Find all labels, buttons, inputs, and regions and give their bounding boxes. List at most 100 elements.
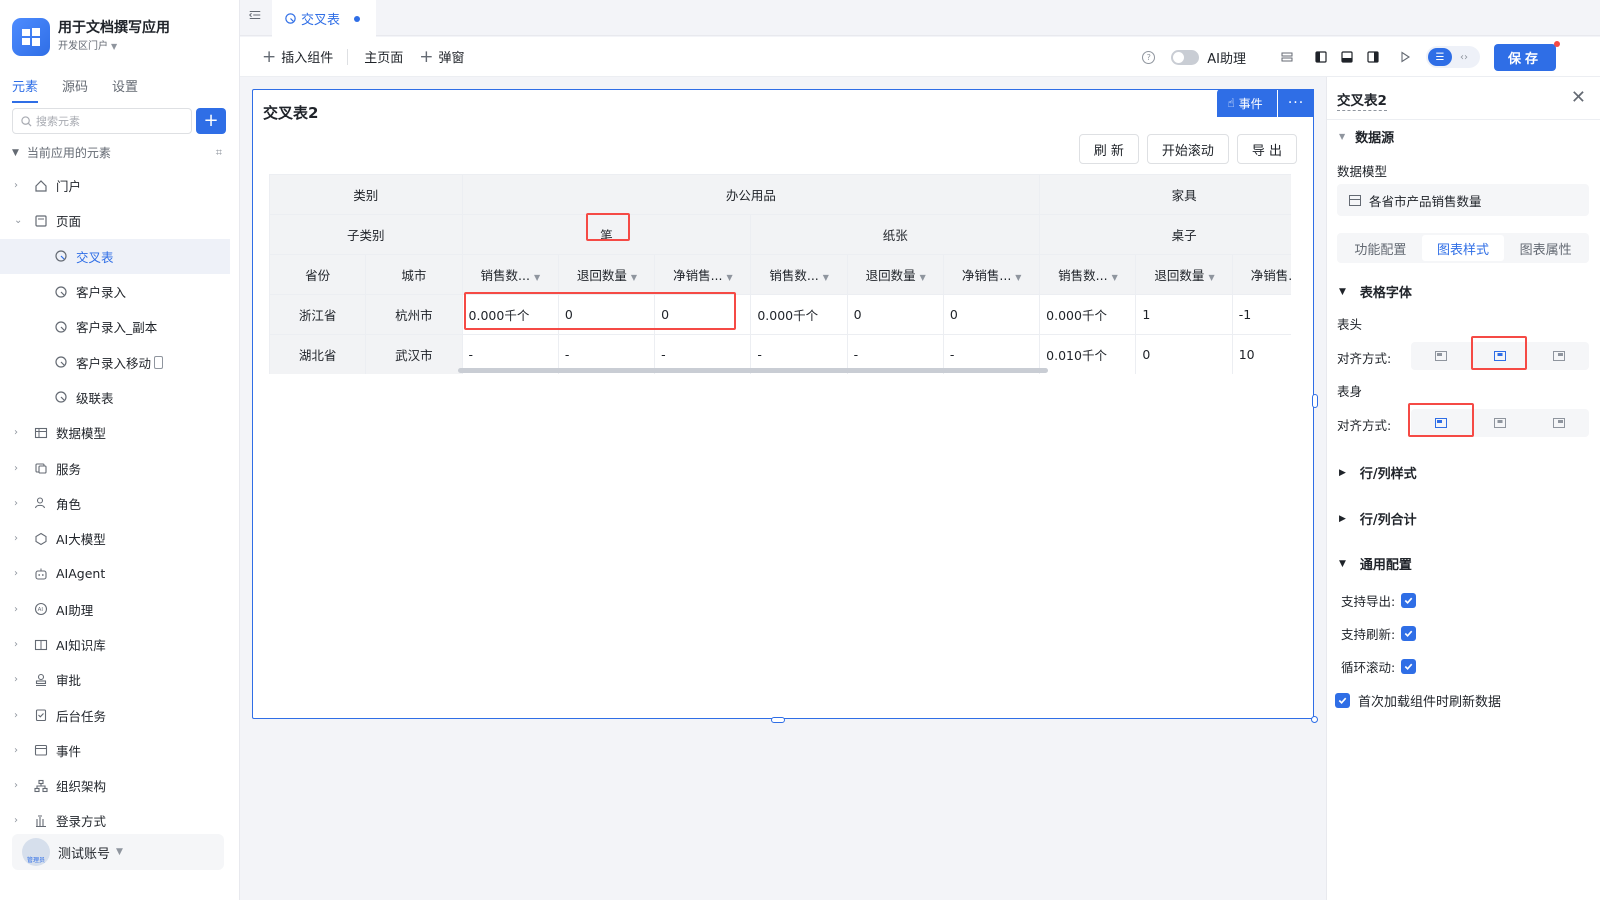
measure-net-sales[interactable]: 净销售.. bbox=[1231, 254, 1291, 295]
sort-down-icon[interactable]: ▼ bbox=[1015, 273, 1021, 282]
measure-net-sales[interactable]: 净销售... ▼ bbox=[942, 254, 1041, 295]
tree-item-customer-entry-copy[interactable]: 客户录入_副本 bbox=[0, 309, 240, 344]
tab-chart-properties[interactable]: 图表属性 bbox=[1504, 235, 1587, 261]
resize-handle-corner[interactable] bbox=[1311, 716, 1318, 723]
datasource-section[interactable]: ▼ 数据源 bbox=[1339, 127, 1394, 146]
measure-sales-qty[interactable]: 销售数... ▼ bbox=[1039, 254, 1137, 295]
cell: 0.000千个 bbox=[750, 294, 848, 335]
sort-down-icon[interactable]: ▼ bbox=[727, 273, 733, 282]
tree-item-portal[interactable]: › 门户 bbox=[0, 168, 240, 203]
crosstab-widget[interactable]: 交叉表2 ☝ 事件 ··· 刷 新 开始滚动 导 出 类别 办公用品 家具 子类别… bbox=[252, 89, 1318, 723]
align-left-icon[interactable] bbox=[1411, 409, 1470, 437]
tab-settings[interactable]: 设置 bbox=[112, 76, 138, 103]
align-center-icon[interactable] bbox=[1470, 409, 1529, 437]
measure-sales-qty[interactable]: 销售数... ▼ bbox=[750, 254, 848, 295]
panel-title[interactable]: 交叉表2 bbox=[1337, 89, 1387, 111]
bottom-panel-icon[interactable] bbox=[1340, 50, 1354, 64]
tree-item-ai-agent[interactable]: › AIAgent bbox=[0, 556, 240, 591]
design-mode-icon[interactable]: ☰ bbox=[1428, 48, 1452, 66]
tree-item-role[interactable]: › 角色 bbox=[0, 486, 240, 521]
section-label: 行/列样式 bbox=[1359, 467, 1417, 482]
tree-item-event[interactable]: › 事件 bbox=[0, 733, 240, 768]
left-panel-icon[interactable] bbox=[1314, 50, 1328, 64]
loop-scroll-checkbox[interactable] bbox=[1401, 659, 1417, 674]
data-model-select[interactable]: 各省市产品销售数量 bbox=[1337, 184, 1589, 216]
align-right-icon[interactable] bbox=[1530, 409, 1589, 437]
insert-component-button[interactable]: + 插入组件 bbox=[262, 47, 333, 66]
more-button[interactable]: ··· bbox=[1278, 89, 1314, 117]
right-panel-icon[interactable] bbox=[1366, 50, 1380, 64]
tree-item-customer-entry[interactable]: 客户录入 bbox=[0, 274, 240, 309]
resize-handle-right[interactable] bbox=[1312, 394, 1318, 408]
tree-item-ai-model[interactable]: › AI大模型 bbox=[0, 521, 240, 556]
row-col-style-section[interactable]: ▶ 行/列样式 bbox=[1339, 463, 1417, 482]
portal-selector[interactable]: 开发区门户 ▼ bbox=[58, 39, 170, 55]
account-menu[interactable]: 管理员 测试账号 ▼ bbox=[12, 834, 224, 870]
help-icon[interactable]: ? bbox=[1142, 50, 1156, 64]
tree-item-pages[interactable]: ⌄ 页面 bbox=[0, 203, 240, 238]
general-config-section[interactable]: ▼ 通用配置 bbox=[1339, 554, 1412, 573]
tab-crosstab[interactable]: 交叉表 bbox=[272, 0, 376, 37]
first-load-checkbox[interactable] bbox=[1335, 693, 1350, 708]
tree-item-ai-assistant[interactable]: › AI AI助理 bbox=[0, 592, 240, 627]
view-mode-switch[interactable]: ☰ ‹› bbox=[1426, 46, 1480, 68]
horizontal-scrollbar[interactable] bbox=[458, 368, 1048, 373]
resize-handle-bottom[interactable] bbox=[771, 717, 785, 723]
current-elements-header[interactable]: ▼ 当前应用的元素 ⌗ bbox=[12, 144, 222, 161]
table-font-section[interactable]: ▼ 表格字体 bbox=[1339, 282, 1412, 301]
robot-icon bbox=[34, 567, 54, 581]
sort-down-icon[interactable]: ▼ bbox=[631, 273, 637, 282]
tree-item-approval[interactable]: › 审批 bbox=[0, 662, 240, 697]
close-icon[interactable]: ✕ bbox=[1571, 87, 1586, 108]
collapse-sidebar-icon[interactable] bbox=[248, 8, 264, 24]
measure-return-qty[interactable]: 退回数量 ▼ bbox=[557, 254, 656, 295]
save-button[interactable]: 保存 bbox=[1494, 44, 1556, 71]
tree-item-data-model[interactable]: › 数据模型 bbox=[0, 415, 240, 450]
component-tree-icon[interactable] bbox=[1280, 50, 1294, 64]
sort-down-icon[interactable]: ▼ bbox=[823, 273, 829, 282]
tree-item-customer-entry-mobile[interactable]: 客户录入移动 bbox=[0, 344, 240, 379]
measure-sales-qty[interactable]: 销售数... ▼ bbox=[461, 254, 559, 295]
popup-button[interactable]: + 弹窗 bbox=[419, 47, 464, 66]
locate-icon[interactable]: ⌗ bbox=[216, 146, 222, 160]
support-export-checkbox[interactable] bbox=[1401, 593, 1417, 608]
tab-chart-style[interactable]: 图表样式 bbox=[1421, 235, 1505, 261]
measure-return-qty[interactable]: 退回数量 ▼ bbox=[846, 254, 944, 295]
support-refresh-checkbox[interactable] bbox=[1401, 626, 1417, 641]
header-font-label: 表头 bbox=[1337, 317, 1363, 332]
event-button[interactable]: ☝ 事件 bbox=[1217, 89, 1277, 117]
tree-item-cascade-table[interactable]: 级联表 bbox=[0, 380, 240, 415]
chevron-right-icon: › bbox=[14, 568, 18, 580]
search-input[interactable] bbox=[36, 114, 181, 128]
add-element-button[interactable]: + bbox=[196, 108, 226, 134]
home-page-button[interactable]: 主页面 bbox=[364, 47, 403, 66]
header-subcategory-label: 子类别 bbox=[269, 214, 463, 255]
measure-return-qty[interactable]: 退回数量 ▼ bbox=[1135, 254, 1233, 295]
sort-down-icon[interactable]: ▼ bbox=[920, 273, 926, 282]
export-button[interactable]: 导 出 bbox=[1236, 134, 1297, 164]
tree-item-org[interactable]: › 组织架构 bbox=[0, 768, 240, 803]
align-right-icon[interactable] bbox=[1530, 342, 1589, 370]
align-center-icon[interactable] bbox=[1470, 342, 1529, 370]
tree-item-background-task[interactable]: › 后台任务 bbox=[0, 697, 240, 732]
row-col-total-section[interactable]: ▶ 行/列合计 bbox=[1339, 509, 1417, 528]
sort-down-icon[interactable]: ▼ bbox=[1208, 273, 1214, 282]
measure-net-sales[interactable]: 净销售... ▼ bbox=[654, 254, 752, 295]
preview-play-icon[interactable] bbox=[1398, 50, 1412, 64]
refresh-button[interactable]: 刷 新 bbox=[1078, 134, 1139, 164]
tab-function-config[interactable]: 功能配置 bbox=[1339, 235, 1422, 261]
tree-item-service[interactable]: › 服务 bbox=[0, 450, 240, 485]
ai-assistant-icon: AI bbox=[34, 602, 54, 616]
code-mode-icon[interactable]: ‹› bbox=[1452, 48, 1476, 66]
tree-item-crosstab[interactable]: 交叉表 bbox=[0, 238, 230, 274]
tab-elements[interactable]: 元素 bbox=[12, 76, 39, 103]
start-scroll-button[interactable]: 开始滚动 bbox=[1146, 134, 1229, 164]
sort-down-icon[interactable]: ▼ bbox=[1112, 273, 1118, 282]
tab-source[interactable]: 源码 bbox=[62, 76, 88, 103]
portal-name: 开发区门户 bbox=[58, 41, 108, 52]
tree-item-ai-knowledge[interactable]: › AI知识库 bbox=[0, 627, 240, 662]
crosstab-grid: 类别 办公用品 家具 子类别 笔 纸张 桌子 省份 城市 销售数... ▼ 退回数… bbox=[269, 174, 1291, 374]
ai-assistant-toggle[interactable] bbox=[1171, 49, 1200, 65]
sort-down-icon[interactable]: ▼ bbox=[534, 273, 540, 282]
align-left-icon[interactable] bbox=[1411, 342, 1470, 370]
